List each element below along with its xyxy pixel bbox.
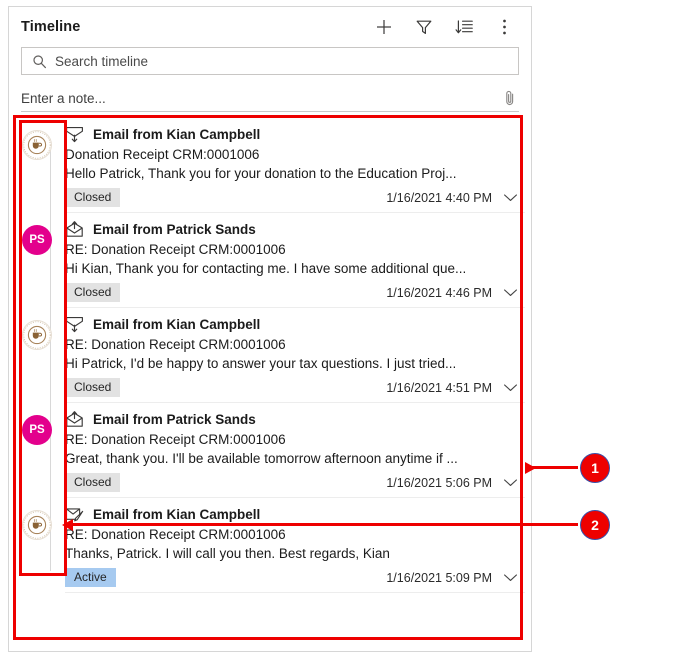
timeline-item-title: Email from Kian Campbell — [93, 317, 261, 332]
filter-icon[interactable] — [413, 16, 435, 38]
chevron-down-icon[interactable] — [502, 286, 519, 300]
avatar: PS — [22, 225, 52, 255]
timeline-item-title-row: Email from Kian Campbell — [65, 506, 521, 523]
timeline-item-subject: RE: Donation Receipt CRM:0001006 — [65, 527, 286, 542]
timeline-item-body: Email from Patrick Sands RE: Donation Rec… — [65, 409, 521, 492]
status-badge: Closed — [65, 378, 121, 397]
search-input[interactable] — [48, 52, 510, 70]
status-badge: Closed — [65, 283, 121, 302]
annotation-badge-2: 2 — [580, 510, 610, 540]
sort-icon[interactable] — [453, 16, 475, 38]
avatar-company-logo — [22, 510, 52, 540]
timeline-item-body: Email from Kian Campbell Donation Receipt… — [65, 124, 521, 207]
timeline-item-footer: Closed 1/16/2021 4:51 PM — [65, 378, 521, 397]
timeline-item-meta: 1/16/2021 5:06 PM — [386, 476, 519, 490]
note-input[interactable] — [21, 90, 501, 106]
screenshot-root: Timeline Search timeline Enter a note...… — [0, 0, 700, 667]
annotation-arrowhead-1 — [525, 462, 536, 474]
timeline-item-preview: Hello Patrick, Thank you for your donati… — [65, 166, 457, 181]
note-row — [21, 85, 519, 112]
avatar-company-logo — [22, 320, 52, 350]
timeline-item-title-row: Email from Kian Campbell — [65, 126, 521, 143]
annotation-badge-1: 1 — [580, 453, 610, 483]
chevron-down-icon[interactable] — [502, 476, 519, 490]
timeline-item-footer: Closed 1/16/2021 4:40 PM — [65, 188, 521, 207]
timeline-item-title: Email from Patrick Sands — [93, 412, 256, 427]
timeline-item-meta: 1/16/2021 4:51 PM — [386, 381, 519, 395]
email-sent-icon — [65, 221, 84, 238]
more-commands-icon[interactable] — [493, 16, 515, 38]
timeline-item-title: Email from Kian Campbell — [93, 507, 261, 522]
timeline-item-subject: Donation Receipt CRM:0001006 — [65, 147, 260, 162]
timeline-item-body: Email from Kian Campbell RE: Donation Rec… — [65, 314, 521, 397]
avatar: PS — [22, 415, 52, 445]
timeline-panel: Timeline Search timeline Enter a note...… — [8, 6, 532, 652]
status-badge: Closed — [65, 188, 121, 207]
timeline-item-subject: RE: Donation Receipt CRM:0001006 — [65, 432, 286, 447]
timeline-item-timestamp: 1/16/2021 4:40 PM — [386, 190, 492, 205]
timeline-list: Email from Kian Campbell Donation Receipt… — [9, 118, 531, 593]
timeline-item-preview: Great, thank you. I'll be available tomo… — [65, 451, 458, 466]
email-sent-icon — [65, 411, 84, 428]
paperclip-icon[interactable] — [501, 88, 519, 108]
timeline-item-meta: 1/16/2021 4:40 PM — [386, 191, 519, 205]
timeline-item-gutter — [9, 124, 65, 160]
annotation-line-1 — [530, 466, 578, 469]
timeline-item-gutter: PS — [9, 219, 65, 255]
search-box[interactable] — [21, 47, 519, 75]
timeline-item-meta: 1/16/2021 4:46 PM — [386, 286, 519, 300]
timeline-item[interactable]: Email from Kian Campbell RE: Donation Rec… — [9, 498, 531, 592]
timeline-header: Timeline — [9, 7, 531, 47]
timeline-item-timestamp: 1/16/2021 4:51 PM — [386, 380, 492, 395]
timeline-item-gutter — [9, 504, 65, 540]
timeline-item-meta: 1/16/2021 5:09 PM — [386, 571, 519, 585]
timeline-item-preview: Thanks, Patrick. I will call you then. B… — [65, 546, 390, 561]
search-icon — [30, 52, 48, 70]
timeline-item-subject: RE: Donation Receipt CRM:0001006 — [65, 337, 286, 352]
timeline-item-gutter — [9, 314, 65, 350]
timeline-item-title-row: Email from Kian Campbell — [65, 316, 521, 333]
timeline-item[interactable]: Email from Kian Campbell Donation Receipt… — [9, 118, 531, 212]
timeline-item-timestamp: 1/16/2021 5:09 PM — [386, 570, 492, 585]
status-badge: Closed — [65, 473, 121, 492]
timeline-item-body: Email from Patrick Sands RE: Donation Rec… — [65, 219, 521, 302]
timeline-item-preview: Hi Patrick, I'd be happy to answer your … — [65, 356, 457, 371]
timeline-item-footer: Closed 1/16/2021 4:46 PM — [65, 283, 521, 302]
chevron-down-icon[interactable] — [502, 381, 519, 395]
timeline-item-timestamp: 1/16/2021 4:46 PM — [386, 285, 492, 300]
email-received-icon — [65, 126, 84, 143]
timeline-item[interactable]: PS Email from Patrick Sands RE: Donation R… — [9, 403, 531, 497]
timeline-item-subject: RE: Donation Receipt CRM:0001006 — [65, 242, 286, 257]
timeline-item-preview: Hi Kian, Thank you for contacting me. I … — [65, 261, 467, 276]
timeline-item-timestamp: 1/16/2021 5:06 PM — [386, 475, 492, 490]
timeline-item-title: Email from Patrick Sands — [93, 222, 256, 237]
chevron-down-icon[interactable] — [502, 191, 519, 205]
timeline-item-title-row: Email from Patrick Sands — [65, 411, 521, 428]
search-row — [9, 47, 531, 75]
email-received-icon — [65, 316, 84, 333]
timeline-item-footer: Active 1/16/2021 5:09 PM — [65, 568, 521, 587]
timeline-item-footer: Closed 1/16/2021 5:06 PM — [65, 473, 521, 492]
chevron-down-icon[interactable] — [502, 571, 519, 585]
annotation-arrowhead-2 — [62, 519, 73, 531]
timeline-item-separator — [65, 592, 525, 593]
annotation-line-2 — [72, 523, 578, 526]
timeline-item-title: Email from Kian Campbell — [93, 127, 261, 142]
status-badge: Active — [65, 568, 116, 587]
avatar-company-logo — [22, 130, 52, 160]
timeline-item[interactable]: Email from Kian Campbell RE: Donation Rec… — [9, 308, 531, 402]
timeline-header-actions — [373, 16, 521, 38]
page-title: Timeline — [21, 19, 81, 35]
timeline-item-title-row: Email from Patrick Sands — [65, 221, 521, 238]
add-icon[interactable] — [373, 16, 395, 38]
timeline-item[interactable]: PS Email from Patrick Sands RE: Donation R… — [9, 213, 531, 307]
timeline-item-body: Email from Kian Campbell RE: Donation Rec… — [65, 504, 521, 587]
timeline-item-gutter: PS — [9, 409, 65, 445]
